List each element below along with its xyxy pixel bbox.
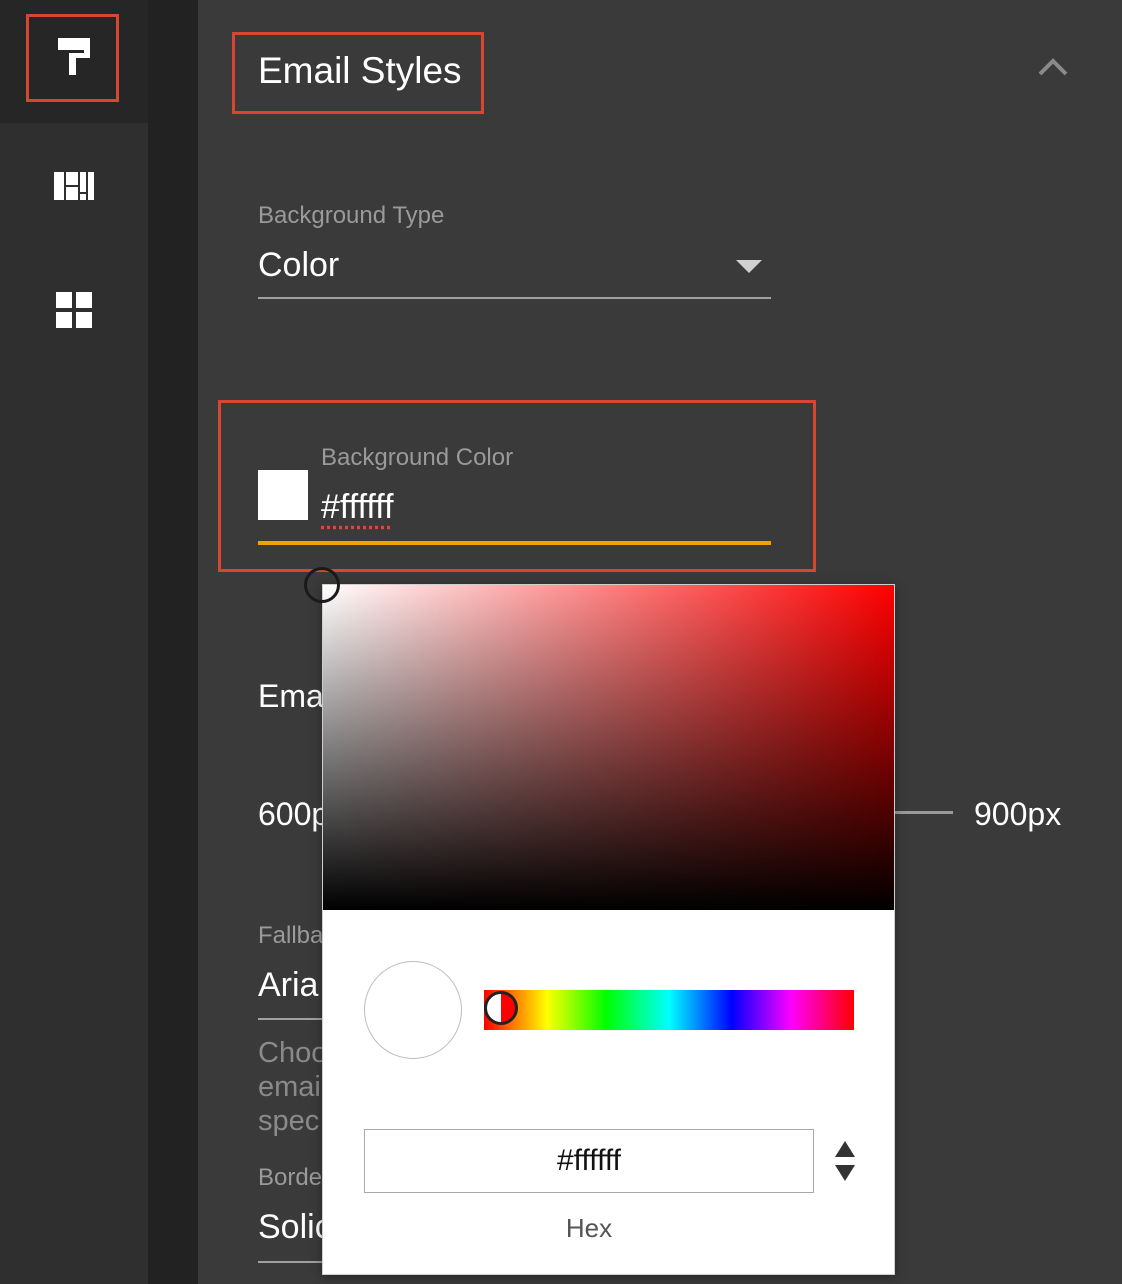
hex-input[interactable] [364, 1129, 814, 1193]
panel-title: Email Styles [258, 50, 462, 91]
background-type-select[interactable]: Color [258, 240, 771, 302]
chevron-up-icon [1038, 58, 1068, 76]
email-width-slider-track[interactable] [895, 811, 953, 814]
hex-format-label: Hex [565, 1213, 613, 1243]
paint-roller-icon [58, 38, 90, 75]
border-value[interactable]: Solic [258, 1208, 332, 1247]
email-width-label: Ema [258, 678, 324, 714]
color-picker: Hex [322, 584, 895, 1275]
fallback-font-underline [258, 1018, 322, 1020]
background-type-value: Color [258, 246, 340, 284]
background-type-label: Background Type [258, 202, 445, 229]
selected-color-preview [364, 961, 462, 1059]
color-swatch[interactable] [258, 470, 308, 520]
border-underline [258, 1261, 322, 1263]
up-down-arrows-icon [835, 1141, 855, 1181]
dropdown-arrow-icon [736, 260, 762, 273]
email-width-min: 600p [258, 796, 330, 832]
border-label: Borde [258, 1164, 323, 1191]
hue-slider[interactable] [484, 990, 854, 1030]
select-underline [258, 297, 771, 299]
help-text: Choo emai spec [258, 1037, 328, 1137]
sidebar-divider [148, 0, 198, 1284]
saturation-value-area[interactable] [323, 585, 894, 910]
email-width-max: 900px [974, 796, 1062, 832]
background-color-input[interactable]: #ffffff [321, 488, 394, 527]
saturation-value-handle[interactable] [304, 567, 340, 603]
background-color-label: Background Color [321, 444, 514, 471]
sidebar-item-layouts[interactable] [30, 146, 118, 226]
layout-blocks-icon [54, 172, 94, 200]
grid-icon [56, 292, 92, 328]
fallback-font-label: Fallba [258, 922, 324, 949]
fallback-font-value[interactable]: Aria [258, 966, 318, 1005]
sidebar-item-styles[interactable] [30, 17, 118, 97]
hue-slider-thumb[interactable] [484, 991, 518, 1025]
format-toggle-button[interactable] [833, 1139, 857, 1183]
collapse-button[interactable] [1034, 52, 1072, 80]
color-input-focus-underline [258, 541, 771, 545]
sidebar-item-blocks[interactable] [30, 270, 118, 350]
